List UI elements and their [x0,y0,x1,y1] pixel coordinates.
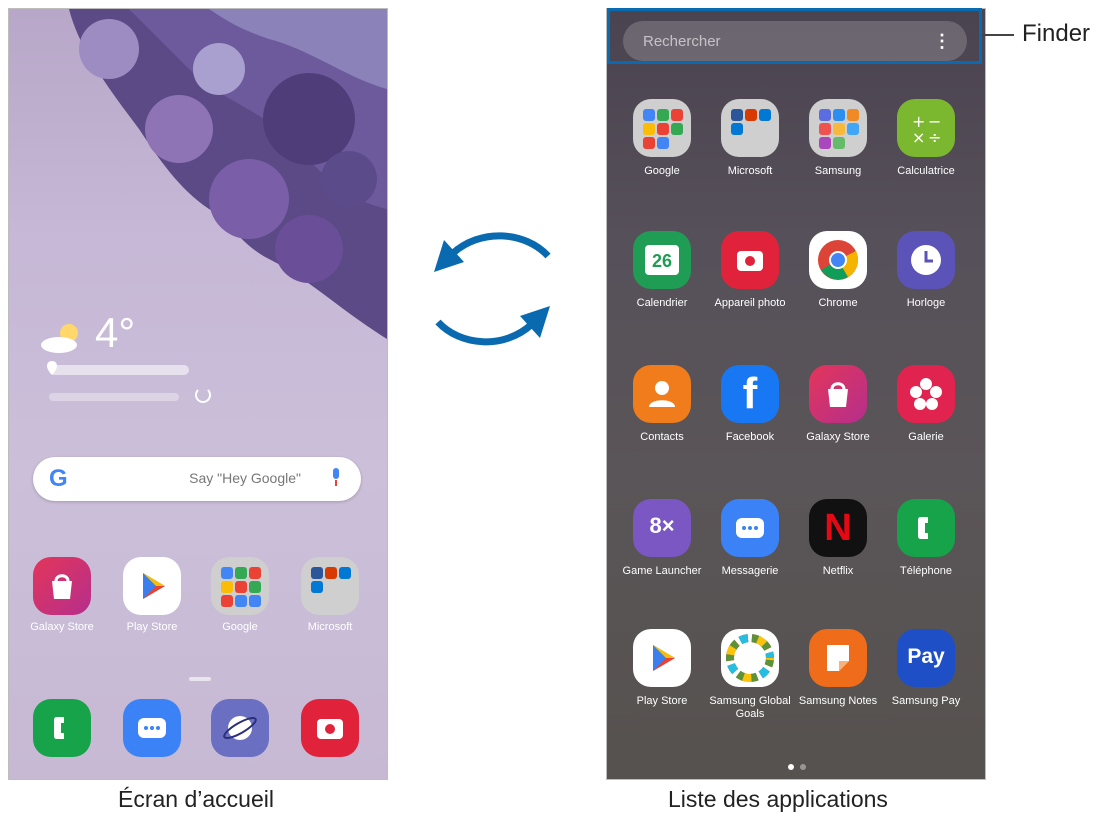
phone-icon[interactable] [897,499,955,557]
flower-glyph-icon [910,378,942,410]
google-hint: Say "Hey Google" [189,470,301,486]
clock-icon[interactable] [897,231,955,289]
messages-icon[interactable] [721,499,779,557]
netflix-glyph: N [824,507,852,549]
app-label: Messagerie [721,565,779,577]
handset-icon [54,717,64,739]
weather-updated [49,393,179,401]
microsoft-folder-icon[interactable] [301,557,359,615]
camera-glyph-icon [317,719,343,739]
switch-arrows-icon [434,232,551,346]
notes-icon[interactable] [809,629,867,687]
facebook-glyph: f [742,369,758,418]
weather-location [49,365,189,375]
note-glyph-icon [827,645,849,671]
app-label: Calendrier [636,297,688,309]
svg-text:×: × [912,128,925,147]
app-label: Samsung Global Goals [709,695,791,720]
home-app-label: Google [222,621,258,633]
samsung-pay-icon[interactable]: Pay [897,629,955,687]
handset-icon [918,517,928,539]
sdg-wheel-icon [726,634,774,682]
home-app-label: Microsoft [307,621,353,633]
finder-callout-line [982,34,1014,36]
partly-cloudy-icon [41,324,78,353]
app-label: Contacts [640,431,684,443]
google-logo: G [49,465,68,492]
camera-icon[interactable] [721,231,779,289]
contacts-icon[interactable] [633,365,691,423]
samsung-folder-icon[interactable] [809,99,867,157]
internet-icon[interactable] [211,699,269,757]
app-label: Calculatrice [897,165,955,177]
app-label: Play Store [636,695,688,707]
home-app-label: Galaxy Store [30,621,94,633]
app-drawer-handle[interactable] [189,677,211,683]
app-label: Google [644,165,680,177]
play-store-icon[interactable] [123,557,181,615]
google-folder-icon[interactable] [211,557,269,615]
pay-glyph: Pay [907,645,945,668]
svg-text:÷: ÷ [928,128,941,147]
gallery-icon[interactable] [897,365,955,423]
page-dot [800,764,806,770]
play-triangle-icon [143,573,165,599]
play-triangle-icon [653,645,675,671]
chrome-icon[interactable] [809,231,867,289]
app-label: Galaxy Store [806,431,870,443]
calc-symbols-icon: + −× ÷ [912,112,941,147]
shopping-bag-icon [52,574,72,599]
phone-icon[interactable] [33,699,91,757]
apps-screen-caption: Liste des applications [668,786,888,812]
galaxy-store-icon[interactable] [809,365,867,423]
app-label: Facebook [725,431,775,443]
app-label: Horloge [906,297,946,309]
game-launcher-icon[interactable]: 8× [633,499,691,557]
finder-callout-label: Finder [1022,20,1091,47]
refresh-icon[interactable] [195,387,211,403]
mic-icon[interactable] [331,468,341,486]
app-label: Téléphone [900,565,952,577]
chat-bubble-icon [736,518,764,538]
calculator-icon[interactable]: + − × ÷ [897,99,955,157]
netflix-icon[interactable]: N [809,499,867,557]
app-label: Samsung Pay [891,695,961,707]
calendar-icon[interactable]: 26 [633,231,691,289]
temperature: 4° [95,309,136,356]
clock-face-icon [911,245,941,275]
google-search-bar[interactable]: G Say "Hey Google" [33,457,361,501]
google-folder-icon[interactable] [633,99,691,157]
messages-icon[interactable] [123,699,181,757]
app-label: Netflix [822,565,854,577]
home-screen: 4° G Say "Hey Google" Galaxy Store Play … [8,8,388,780]
home-app-label: Play Store [126,621,178,633]
home-screen-caption: Écran d’accueil [118,786,274,812]
camera-icon[interactable] [301,699,359,757]
microsoft-folder-icon[interactable] [721,99,779,157]
global-goals-icon[interactable] [721,629,779,687]
app-label: Chrome [818,297,858,309]
chat-bubble-icon [138,718,166,738]
facebook-icon[interactable]: f [721,365,779,423]
app-label: Game Launcher [622,565,702,577]
page-dot-active [788,764,794,770]
game-launcher-glyph: 8× [649,513,675,538]
app-label: Samsung [814,165,862,177]
calendar-date: 26 [645,245,679,275]
wallpaper-flower [69,9,387,339]
finder-highlight [607,8,982,64]
galaxy-store-icon[interactable] [33,557,91,615]
planet-icon [223,716,257,740]
app-label: Microsoft [727,165,773,177]
chrome-logo-icon [818,240,858,280]
camera-glyph-icon [737,251,763,271]
shopping-bag-icon [828,382,848,407]
app-label: Appareil photo [714,297,786,309]
page-indicator [785,757,815,770]
play-store-icon[interactable] [633,629,691,687]
person-icon [649,381,675,407]
app-label: Samsung Notes [798,695,878,707]
apps-screen: Rechercher ⋮ Google Microsoft Samsung + −… [606,8,986,780]
app-label: Galerie [908,431,944,443]
